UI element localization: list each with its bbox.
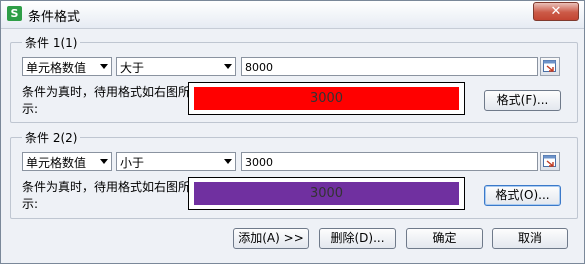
condition-1-range-picker-button[interactable] (540, 57, 560, 76)
cancel-button[interactable]: 取消 (492, 228, 568, 249)
condition-1-preview-text: 3000 (309, 91, 344, 106)
condition-1-operator-select[interactable]: 大于 (116, 57, 236, 76)
condition-2-operator-select[interactable]: 小于 (116, 152, 236, 171)
condition-2-description: 条件为真时，待用格式如右图所示: (22, 180, 191, 211)
condition-1-value-field[interactable] (241, 57, 538, 76)
condition-1-format-button[interactable]: 格式(F)... (484, 90, 561, 111)
chevron-down-icon (224, 159, 232, 164)
condition-1-description: 条件为真时，待用格式如右图所示: (22, 85, 191, 116)
condition-1-type-select[interactable]: 单元格数值 (22, 57, 112, 76)
condition-2-operator-value: 小于 (120, 156, 145, 170)
wps-app-icon: S (7, 6, 22, 21)
title-bar[interactable]: S 条件格式 ✕ (1, 1, 584, 29)
condition-1-preview-sample: 3000 (194, 87, 459, 110)
range-picker-icon (543, 155, 556, 167)
chevron-down-icon (224, 64, 232, 69)
condition-2-group: 条件 2(2) 单元格数值 小于 条件为真时，待用格式如右图所示: 3000 格… (10, 129, 578, 219)
condition-2-type-select[interactable]: 单元格数值 (22, 152, 112, 171)
dialog-title: 条件格式 (28, 10, 81, 25)
condition-1-type-value: 单元格数值 (26, 61, 87, 75)
condition-2-preview-sample: 3000 (194, 182, 459, 205)
range-picker-icon (543, 60, 556, 72)
ok-button[interactable]: 确定 (406, 228, 483, 249)
condition-1-operator-value: 大于 (120, 61, 145, 75)
add-button[interactable]: 添加(A) >> (233, 228, 309, 249)
condition-2-preview-box: 3000 (188, 177, 465, 210)
condition-2-value-input[interactable] (242, 154, 525, 170)
condition-2-value-field[interactable] (241, 152, 538, 171)
condition-2-preview-text: 3000 (309, 186, 344, 201)
chevron-down-icon (100, 64, 108, 69)
condition-2-format-button[interactable]: 格式(O)... (484, 185, 561, 206)
condition-2-legend: 条件 2(2) (22, 129, 81, 146)
delete-button[interactable]: 删除(D)... (319, 228, 396, 249)
condition-1-preview-box: 3000 (188, 82, 465, 115)
condition-1-legend: 条件 1(1) (22, 34, 81, 51)
chevron-down-icon (100, 159, 108, 164)
condition-1-value-input[interactable] (242, 59, 525, 75)
condition-1-group: 条件 1(1) 单元格数值 大于 条件为真时，待用格式如右图所示: 3000 格… (10, 34, 578, 123)
condition-2-type-value: 单元格数值 (26, 156, 87, 170)
conditional-format-dialog: S 条件格式 ✕ 条件 1(1) 单元格数值 大于 条件为真时，待用格式如右图所… (0, 0, 585, 264)
condition-2-range-picker-button[interactable] (540, 152, 560, 171)
close-button[interactable]: ✕ (533, 2, 579, 21)
